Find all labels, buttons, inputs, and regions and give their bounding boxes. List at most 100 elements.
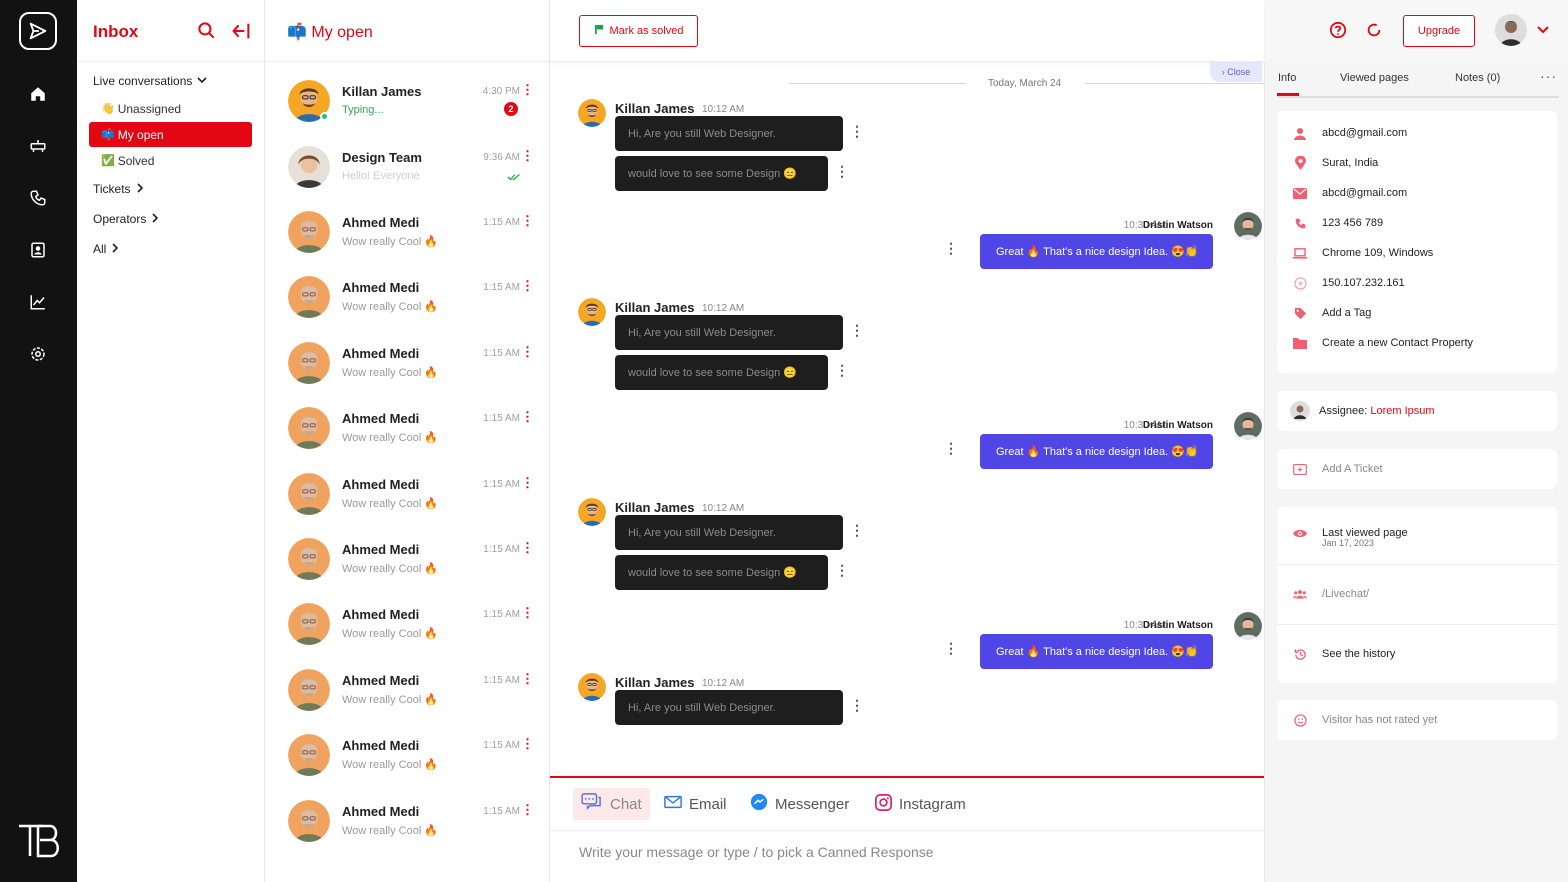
message-bubble[interactable]: would love to see some Design 😑 <box>615 555 828 590</box>
nav-item-unassigned[interactable]: 👋 Unassigned <box>89 96 252 121</box>
send-logo-icon[interactable] <box>19 12 57 50</box>
list-item[interactable]: Ahmed Medi Wow really Cool 🔥 1:15 AM ⋮ <box>265 473 550 533</box>
kebab-menu-icon[interactable]: ⋮ <box>835 163 849 180</box>
list-item[interactable]: Killan James Typing... 4:30 PM ⋮ 2 <box>265 80 550 140</box>
conversation-time: 1:15 AM <box>483 675 520 686</box>
kebab-menu-icon[interactable]: ⋮ <box>850 697 864 714</box>
list-item[interactable]: Design Team Hello! Everyone 9:36 AM ⋮ <box>265 146 550 206</box>
kebab-menu-icon[interactable]: ⋮ <box>521 605 534 621</box>
kebab-menu-icon[interactable]: ⋮ <box>850 322 864 339</box>
date-label: Today, March 24 <box>988 78 1062 89</box>
message-bubble[interactable]: Hi, Are you still Web Designer. <box>615 690 843 725</box>
channel-instagram-label: Instagram <box>899 795 966 813</box>
channel-messenger-tab[interactable]: Messenger <box>750 788 849 820</box>
assignee-card[interactable]: Assignee: Lorem Ipsum <box>1277 391 1557 431</box>
list-item[interactable]: Ahmed Medi Wow really Cool 🔥 1:15 AM ⋮ <box>265 342 550 402</box>
home-icon[interactable] <box>27 83 49 105</box>
chevron-down-icon[interactable] <box>1536 24 1556 44</box>
kebab-menu-icon[interactable]: ⋮ <box>521 802 534 818</box>
nav-item-solved[interactable]: ✅ Solved <box>89 148 252 173</box>
kebab-menu-icon[interactable]: ⋮ <box>521 540 534 556</box>
kebab-menu-icon[interactable]: ⋮ <box>850 522 864 539</box>
search-icon[interactable] <box>197 21 216 43</box>
composer-divider <box>550 830 1264 831</box>
create-property-row[interactable]: Create a new Contact Property <box>1293 333 1473 353</box>
contact-card-icon[interactable] <box>27 239 49 261</box>
mark-solved-button[interactable]: Mark as solved <box>579 15 698 47</box>
kebab-menu-icon[interactable]: ⋮ <box>521 148 534 164</box>
conversation-time: 4:30 PM <box>482 86 520 97</box>
message-bubble[interactable]: Hi, Are you still Web Designer. <box>615 116 843 151</box>
assignee-name[interactable]: Lorem Ipsum <box>1370 405 1434 417</box>
upgrade-button[interactable]: Upgrade <box>1403 15 1475 47</box>
kebab-menu-icon[interactable]: ⋮ <box>521 409 534 425</box>
list-item[interactable]: Ahmed Medi Wow really Cool 🔥 1:15 AM ⋮ <box>265 734 550 794</box>
kebab-menu-icon[interactable]: ⋮ <box>521 213 534 229</box>
kebab-menu-icon[interactable]: ⋮ <box>521 671 534 687</box>
add-tag-row[interactable]: Add a Tag <box>1293 303 1371 323</box>
kebab-menu-icon[interactable]: ⋮ <box>835 562 849 579</box>
message-bubble[interactable]: Great 🔥 That's a nice design Idea. 😍👏 <box>980 234 1213 269</box>
phone-user-icon[interactable] <box>27 187 49 209</box>
analytics-icon[interactable] <box>27 291 49 313</box>
tab-notes[interactable]: Notes (0) <box>1455 72 1500 84</box>
list-item[interactable]: Ahmed Medi Wow really Cool 🔥 1:15 AM ⋮ <box>265 669 550 729</box>
eye-icon <box>1293 526 1307 540</box>
kebab-menu-icon[interactable]: ⋮ <box>944 240 958 257</box>
message-input[interactable]: Write your message or type / to pick a C… <box>579 844 934 860</box>
tab-viewed-pages[interactable]: Viewed pages <box>1340 72 1409 84</box>
list-item[interactable]: Ahmed Medi Wow really Cool 🔥 1:15 AM ⋮ <box>265 800 550 860</box>
history-row[interactable]: See the history <box>1293 644 1395 664</box>
nav-item-label: My open <box>117 127 164 142</box>
more-options-icon[interactable]: ··· <box>1540 68 1557 84</box>
kebab-menu-icon[interactable]: ⋮ <box>850 123 864 140</box>
channel-chat-label: Chat <box>610 795 642 813</box>
sender-name: Dristin Watson <box>1142 620 1213 631</box>
refresh-icon[interactable] <box>1365 21 1385 41</box>
list-item[interactable]: Ahmed Medi Wow really Cool 🔥 1:15 AM ⋮ <box>265 603 550 663</box>
list-item[interactable]: Ahmed Medi Wow really Cool 🔥 1:15 AM ⋮ <box>265 211 550 271</box>
outgoing-message-group: 10:30 AM Dristin Watson ⋮ Great 🔥 That's… <box>936 212 1262 278</box>
kebab-menu-icon[interactable]: ⋮ <box>521 736 534 752</box>
kebab-menu-icon[interactable]: ⋮ <box>944 640 958 657</box>
contact-browser-row: Chrome 109, Windows <box>1293 243 1433 263</box>
kebab-menu-icon[interactable]: ⋮ <box>521 344 534 360</box>
message-bubble[interactable]: Great 🔥 That's a nice design Idea. 😍👏 <box>980 434 1213 469</box>
nav-operators[interactable]: Operators <box>89 204 252 234</box>
close-panel-button[interactable]: › Close <box>1210 62 1262 82</box>
message-bubble[interactable]: Hi, Are you still Web Designer. <box>615 515 843 550</box>
nav-all[interactable]: All <box>89 234 252 264</box>
kebab-menu-icon[interactable]: ⋮ <box>521 278 534 294</box>
stack-icon[interactable] <box>27 135 49 157</box>
tab-info[interactable]: Info <box>1278 72 1296 84</box>
list-item[interactable]: Ahmed Medi Wow really Cool 🔥 1:15 AM ⋮ <box>265 538 550 598</box>
avatar <box>578 673 606 701</box>
kebab-menu-icon[interactable]: ⋮ <box>835 362 849 379</box>
kebab-menu-icon[interactable]: ⋮ <box>521 82 534 98</box>
contact-email-row: abcd@gmail.com <box>1293 123 1407 143</box>
avatar <box>288 146 330 188</box>
collapse-icon[interactable] <box>231 22 251 43</box>
message-bubble[interactable]: would love to see some Design 😑 <box>615 355 828 390</box>
kebab-menu-icon[interactable]: ⋮ <box>521 475 534 491</box>
avatar[interactable] <box>1495 14 1527 46</box>
list-item[interactable]: Ahmed Medi Wow really Cool 🔥 1:15 AM ⋮ <box>265 276 550 336</box>
help-icon[interactable] <box>1329 21 1349 41</box>
list-item[interactable]: Ahmed Medi Wow really Cool 🔥 1:15 AM ⋮ <box>265 407 550 467</box>
nav-tickets[interactable]: Tickets <box>89 174 252 204</box>
live-conversations-toggle[interactable]: Live conversations <box>89 66 252 96</box>
contact-email: abcd@gmail.com <box>1322 127 1408 139</box>
message-bubble[interactable]: would love to see some Design 😑 <box>615 156 828 191</box>
add-ticket-card[interactable]: Add A Ticket <box>1277 449 1557 489</box>
active-tab-indicator <box>1277 93 1299 96</box>
channel-email-tab[interactable]: Email <box>664 788 727 820</box>
settings-icon[interactable] <box>27 343 49 365</box>
kebab-menu-icon[interactable]: ⋮ <box>944 440 958 457</box>
message-bubble[interactable]: Great 🔥 That's a nice design Idea. 😍👏 <box>980 634 1213 669</box>
message-bubble[interactable]: Hi, Are you still Web Designer. <box>615 315 843 350</box>
livechat-path-row[interactable]: /Livechat/ <box>1293 584 1369 604</box>
channel-instagram-tab[interactable]: Instagram <box>875 788 966 820</box>
message-time: 10:12 AM <box>702 104 745 115</box>
nav-item-my-open[interactable]: 📫 My open <box>89 122 252 147</box>
channel-chat-tab[interactable]: Chat <box>573 788 650 820</box>
